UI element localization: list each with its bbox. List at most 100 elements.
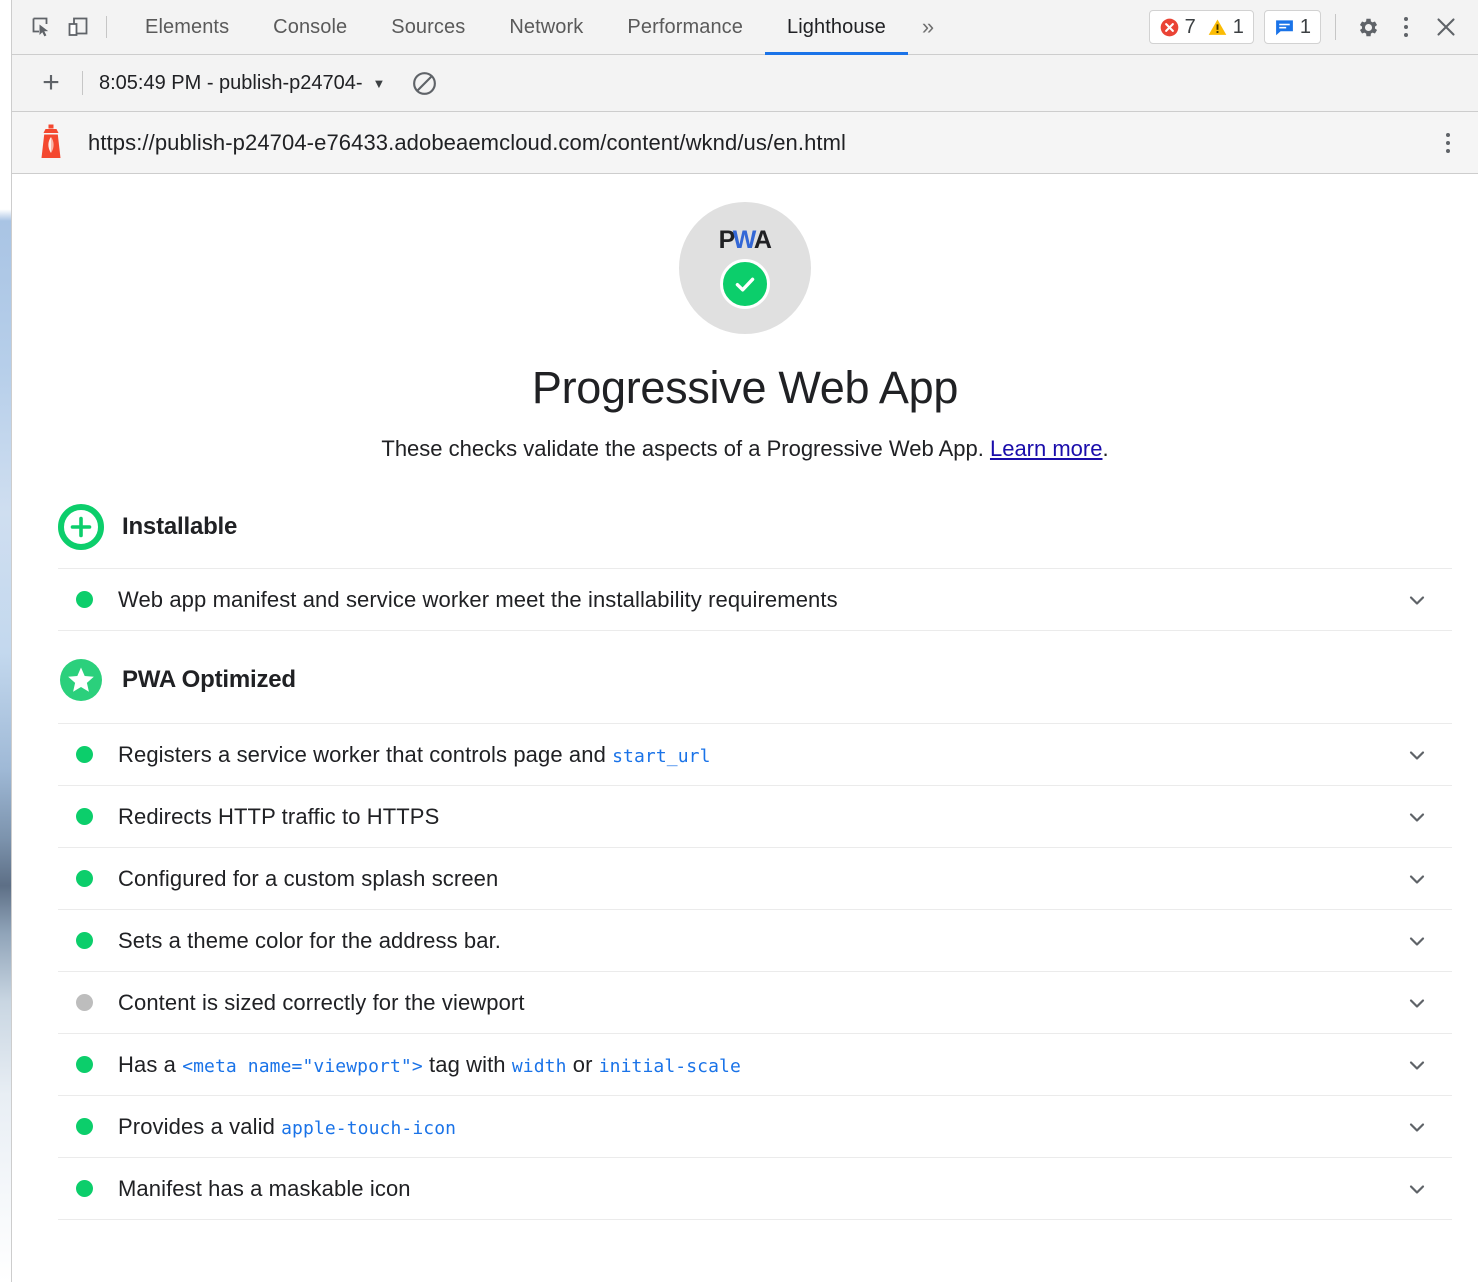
inspect-element-icon[interactable] (24, 9, 60, 45)
gear-icon[interactable] (1350, 9, 1386, 45)
audit-label: Provides a valid apple-touch-icon (118, 1114, 456, 1140)
audit-row[interactable]: Web app manifest and service worker meet… (58, 568, 1452, 630)
chevron-down-icon[interactable] (1404, 742, 1430, 768)
status-dot-pass (76, 870, 93, 887)
tab-sources[interactable]: Sources (369, 0, 487, 55)
category-header: PWA Progressive Web App These checks val… (12, 174, 1478, 462)
new-report-label: + (42, 68, 60, 98)
tab-console[interactable]: Console (251, 0, 369, 55)
pwa-logo-a: A (754, 228, 772, 253)
message-count: 1 (1300, 16, 1311, 39)
plus-circle-icon (58, 504, 104, 550)
audit-row[interactable]: Configured for a custom splash screen (58, 847, 1452, 909)
star-circle-icon (58, 657, 104, 703)
chevron-down-icon: ▼ (373, 76, 386, 91)
audit-groups: Installable Web app manifest and service… (12, 490, 1478, 1220)
category-description: These checks validate the aspects of a P… (12, 436, 1478, 462)
warning-icon (1207, 17, 1228, 38)
page-edge-top (0, 0, 11, 116)
more-tabs-glyph: » (922, 14, 931, 39)
reportbar-divider (82, 71, 83, 95)
learn-more-link[interactable]: Learn more (990, 436, 1103, 461)
error-icon (1159, 17, 1180, 38)
report-url: https://publish-p24704-e76433.adobeaemcl… (88, 130, 846, 156)
chevron-down-icon[interactable] (1404, 928, 1430, 954)
status-dot-pass (76, 591, 93, 608)
status-dot-not-applicable (76, 994, 93, 1011)
tab-performance[interactable]: Performance (605, 0, 765, 55)
device-toolbar-icon[interactable] (60, 9, 96, 45)
chevron-down-icon[interactable] (1404, 1114, 1430, 1140)
status-dot-pass (76, 1118, 93, 1135)
toolbar-divider (106, 16, 107, 38)
devtools-tab-list: Elements Console Sources Network Perform… (123, 0, 908, 55)
issues-counter[interactable]: 7 1 (1149, 10, 1254, 44)
audit-row[interactable]: Content is sized correctly for the viewp… (58, 971, 1452, 1033)
tab-label: Sources (391, 16, 465, 39)
description-period: . (1102, 436, 1108, 461)
tab-label: Network (509, 16, 583, 39)
page-title: Progressive Web App (12, 362, 1478, 414)
group-header-installable: Installable (58, 490, 1452, 568)
new-report-button[interactable]: + (34, 66, 68, 100)
report-end-divider (58, 1219, 1452, 1220)
audit-label: Redirects HTTP traffic to HTTPS (118, 804, 439, 830)
audit-label: Has a <meta name="viewport"> tag with wi… (118, 1052, 741, 1078)
group-title: Installable (122, 513, 237, 541)
kebab-menu-icon[interactable] (1394, 9, 1418, 45)
pwa-logo: PWA (719, 228, 772, 253)
lighthouse-report: PWA Progressive Web App These checks val… (12, 174, 1478, 1280)
pwa-gauge: PWA (679, 202, 811, 334)
audit-label: Content is sized correctly for the viewp… (118, 990, 525, 1016)
error-count: 7 (1185, 16, 1196, 39)
status-dot-pass (76, 1180, 93, 1197)
toolbar-divider-2 (1335, 14, 1336, 40)
tab-label: Lighthouse (787, 16, 886, 39)
audit-label: Manifest has a maskable icon (118, 1176, 411, 1202)
chevron-down-icon[interactable] (1404, 990, 1430, 1016)
chevron-down-icon[interactable] (1404, 804, 1430, 830)
tab-elements[interactable]: Elements (123, 0, 251, 55)
chevron-down-icon[interactable] (1404, 866, 1430, 892)
more-tabs-icon[interactable]: » (908, 14, 945, 40)
audit-row[interactable]: Registers a service worker that controls… (58, 723, 1452, 785)
status-dot-pass (76, 1056, 93, 1073)
devtools-panel: Elements Console Sources Network Perform… (11, 0, 1478, 1282)
lighthouse-reportbar: + 8:05:49 PM - publish-p24704- ▼ (12, 55, 1478, 112)
tab-label: Performance (627, 16, 743, 39)
chevron-down-icon[interactable] (1404, 1176, 1430, 1202)
audit-label: Registers a service worker that controls… (118, 742, 711, 768)
audit-label: Configured for a custom splash screen (118, 866, 498, 892)
report-selector[interactable]: 8:05:49 PM - publish-p24704- ▼ (99, 72, 385, 95)
warning-count: 1 (1233, 16, 1244, 39)
report-url-bar: https://publish-p24704-e76433.adobeaemcl… (12, 112, 1478, 174)
clear-all-icon[interactable] (411, 70, 438, 97)
audit-label: Sets a theme color for the address bar. (118, 928, 501, 954)
devtools-toolbar: Elements Console Sources Network Perform… (12, 0, 1478, 55)
status-dot-pass (76, 808, 93, 825)
tab-network[interactable]: Network (487, 0, 605, 55)
toolbar-right-group: 7 1 1 (1149, 9, 1478, 45)
report-menu-icon[interactable] (1436, 125, 1460, 161)
chevron-down-icon[interactable] (1404, 1052, 1430, 1078)
audit-row[interactable]: Manifest has a maskable icon (58, 1157, 1452, 1219)
tab-label: Console (273, 16, 347, 39)
audit-row[interactable]: Has a <meta name="viewport"> tag with wi… (58, 1033, 1452, 1095)
audit-row[interactable]: Provides a valid apple-touch-icon (58, 1095, 1452, 1157)
status-dot-pass (76, 932, 93, 949)
close-icon[interactable] (1428, 9, 1464, 45)
underlying-page-sliver (0, 116, 11, 1282)
lighthouse-icon (36, 124, 66, 162)
pwa-logo-w: W (733, 228, 756, 253)
group-header-pwa-optimized: PWA Optimized (58, 631, 1452, 723)
audit-row[interactable]: Redirects HTTP traffic to HTTPS (58, 785, 1452, 847)
chevron-down-icon[interactable] (1404, 587, 1430, 613)
message-icon (1274, 17, 1295, 38)
tab-label: Elements (145, 16, 229, 39)
tab-lighthouse[interactable]: Lighthouse (765, 0, 908, 55)
audit-row[interactable]: Sets a theme color for the address bar. (58, 909, 1452, 971)
report-selector-label: 8:05:49 PM - publish-p24704- (99, 72, 363, 95)
description-text: These checks validate the aspects of a P… (381, 436, 990, 461)
check-circle-icon (720, 259, 770, 309)
messages-counter[interactable]: 1 (1264, 10, 1321, 44)
